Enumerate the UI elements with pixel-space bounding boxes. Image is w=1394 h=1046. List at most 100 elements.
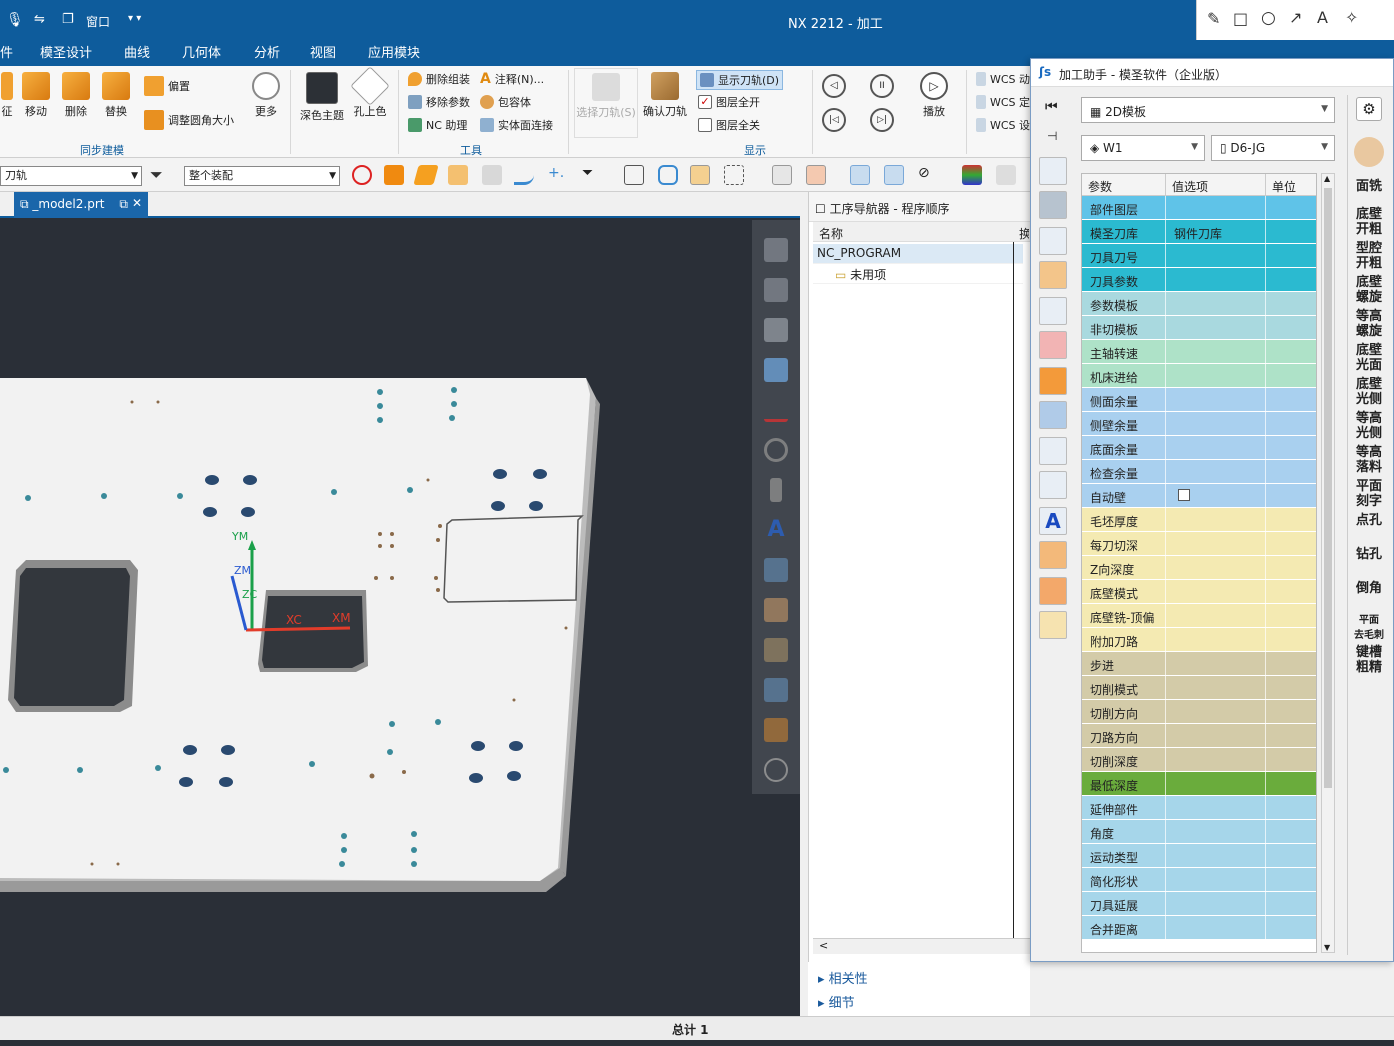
remove-param-button[interactable]: 移除参数	[408, 94, 470, 110]
curve-icon[interactable]	[514, 165, 534, 185]
block-icon[interactable]	[1039, 367, 1067, 395]
param-value[interactable]	[1166, 244, 1266, 268]
rewind-icon[interactable]: |◁	[822, 108, 846, 132]
eye-icon[interactable]	[884, 165, 904, 185]
param-value[interactable]	[1166, 196, 1266, 220]
solid-face-button[interactable]: 实体面连接	[480, 117, 553, 133]
param-row[interactable]: 刀具延展	[1082, 892, 1316, 916]
param-row[interactable]: Z向深度	[1082, 556, 1316, 580]
param-row[interactable]: 最低深度	[1082, 772, 1316, 796]
param-row[interactable]: 自动壁	[1082, 484, 1316, 508]
window-menu[interactable]: 窗口	[86, 13, 110, 30]
op-shortcut[interactable]: 面铣	[1348, 179, 1390, 194]
ribbon-feature-button[interactable]: 征	[0, 72, 14, 119]
op-shortcut[interactable]: 平面 刻字	[1348, 479, 1390, 509]
filter2-icon[interactable]: ⏷	[582, 165, 602, 185]
param-row[interactable]: 参数模板	[1082, 292, 1316, 316]
dropdown-icon[interactable]: ▾ ▾	[128, 13, 141, 24]
param-value[interactable]	[1166, 364, 1266, 388]
no-select-icon[interactable]	[352, 165, 372, 185]
param-row[interactable]: 简化形状	[1082, 868, 1316, 892]
close-icon[interactable]: ✕	[132, 196, 142, 210]
menu-view[interactable]: 视图	[310, 42, 336, 61]
select-toolpath-button[interactable]: 选择刀轨(S)	[574, 68, 638, 138]
param-value[interactable]	[1166, 292, 1266, 316]
tool-select[interactable]: ▯ D6-JG ▼	[1211, 135, 1335, 161]
box-icon[interactable]	[690, 165, 710, 185]
param-value[interactable]	[1166, 676, 1266, 700]
param-value[interactable]	[1166, 868, 1266, 892]
sync-icon[interactable]	[1039, 227, 1067, 255]
template-select[interactable]: ▦ 2D模板 ▼	[1081, 97, 1335, 123]
wrench-icon[interactable]	[764, 718, 788, 742]
menu-geometry[interactable]: 几何体	[182, 42, 221, 61]
op-shortcut[interactable]: 型腔 开粗	[1348, 241, 1390, 271]
crosshair-icon[interactable]	[764, 758, 788, 782]
text-icon[interactable]: A	[764, 518, 788, 542]
param-value[interactable]	[1166, 724, 1266, 748]
op-shortcut[interactable]: 底壁 光侧	[1348, 377, 1390, 407]
filter-icon[interactable]: ⏷	[150, 165, 170, 185]
view-path-icon[interactable]	[1039, 437, 1067, 465]
circle-icon[interactable]: ○	[1261, 8, 1276, 28]
header-param[interactable]: 参数	[1082, 174, 1166, 196]
param-value[interactable]	[1166, 916, 1266, 940]
first-icon[interactable]: ⏮	[1045, 99, 1058, 115]
op-shortcut[interactable]: 底壁 螺旋	[1348, 275, 1390, 305]
arrow-icon[interactable]: ↗	[1289, 8, 1302, 27]
popout-icon[interactable]: ⧉	[119, 197, 128, 212]
add-part-icon[interactable]	[1039, 541, 1067, 569]
mcs-icon[interactable]	[850, 165, 870, 185]
op-shortcut[interactable]: 钻孔	[1348, 547, 1390, 562]
tool-path-icon[interactable]	[1039, 261, 1067, 289]
dark-theme-button[interactable]: 深色主题	[298, 72, 346, 123]
drill-icon[interactable]	[770, 478, 782, 502]
add-tool-icon[interactable]	[1039, 577, 1067, 605]
header-value[interactable]: 值选项	[1166, 174, 1266, 196]
param-row[interactable]: 运动类型	[1082, 844, 1316, 868]
param-value[interactable]	[1166, 340, 1266, 364]
param-row[interactable]: 刀具参数	[1082, 268, 1316, 292]
offset-button[interactable]: 偏置	[144, 76, 190, 96]
scroll-thumb[interactable]	[1324, 188, 1332, 788]
wcs-dynamic-button[interactable]: WCS 动	[976, 71, 1030, 87]
tab-model2[interactable]: ⧉ _model2.prt ⧉ ✕	[14, 192, 148, 218]
annotation-button[interactable]: A 注释(N)...	[480, 71, 544, 87]
avatar[interactable]	[1354, 137, 1384, 167]
pen-icon[interactable]: ✎	[1207, 9, 1220, 28]
param-row[interactable]: 机床进给	[1082, 364, 1316, 388]
param-value[interactable]	[1166, 748, 1266, 772]
hexagon-icon[interactable]	[658, 165, 678, 185]
window-icon[interactable]: ❐	[62, 12, 74, 27]
horizontal-scrollbar[interactable]: <	[813, 938, 1031, 954]
operation-icon[interactable]	[764, 358, 788, 382]
op-shortcut[interactable]: 点孔	[1348, 513, 1390, 528]
op-shortcut[interactable]: 等高 光侧	[1348, 411, 1390, 441]
fixture-icon[interactable]	[1039, 331, 1067, 359]
move-button[interactable]: 移动	[18, 72, 54, 119]
menu-mold-design[interactable]: 模圣设计	[40, 42, 92, 61]
magic-icon[interactable]: ✧	[1345, 8, 1358, 27]
solid-view-icon[interactable]	[764, 558, 788, 582]
param-row[interactable]: 切削深度	[1082, 748, 1316, 772]
param-row[interactable]: 角度	[1082, 820, 1316, 844]
param-value[interactable]	[1166, 796, 1266, 820]
param-row[interactable]: 侧壁余量	[1082, 412, 1316, 436]
op-shortcut[interactable]: 键槽 粗精	[1348, 645, 1390, 675]
wire-icon[interactable]	[806, 165, 826, 185]
param-row[interactable]: 毛坯厚度	[1082, 508, 1316, 532]
point-icon[interactable]: +.	[548, 165, 568, 185]
param-value[interactable]	[1166, 820, 1266, 844]
refresh-ops-icon[interactable]	[1039, 157, 1067, 185]
param-row[interactable]: 附加刀路	[1082, 628, 1316, 652]
section-dependencies[interactable]: ▸ 相关性	[818, 968, 868, 987]
machine-icon[interactable]	[764, 278, 788, 302]
workpiece-select[interactable]: ◈ W1 ▼	[1081, 135, 1205, 161]
program-icon[interactable]	[1039, 401, 1067, 429]
param-value[interactable]	[1166, 772, 1266, 796]
op-shortcut[interactable]: 底壁 光面	[1348, 343, 1390, 373]
angle-icon[interactable]	[764, 398, 788, 422]
face-icon[interactable]	[413, 165, 439, 185]
param-value[interactable]	[1166, 580, 1266, 604]
delete-button[interactable]: 删除	[58, 72, 94, 119]
